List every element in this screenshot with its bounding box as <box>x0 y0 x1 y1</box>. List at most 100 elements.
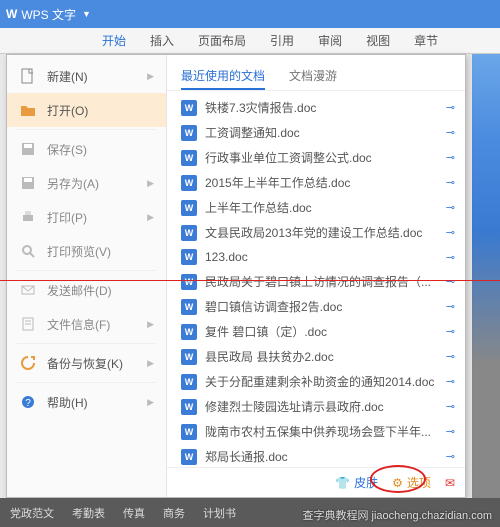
recent-file-item[interactable]: W陇南市农村五保集中供养现场会暨下半年...⊸ <box>167 419 465 444</box>
menu-6[interactable]: 章节 <box>402 32 450 49</box>
chevron-right-icon: ▶ <box>147 319 154 330</box>
help-icon: ? <box>19 393 37 411</box>
sidebar-label: 帮助(H) <box>47 394 88 411</box>
recent-file-item[interactable]: W 123.doc ⊸ <box>167 245 465 269</box>
word-file-icon: W <box>181 200 197 216</box>
menu-5[interactable]: 视图 <box>354 32 402 49</box>
pin-icon[interactable]: ⊸ <box>446 325 455 338</box>
pin-icon[interactable]: ⊸ <box>446 425 455 438</box>
pin-icon[interactable]: ⊸ <box>446 350 455 363</box>
recent-file-item[interactable]: W复件 碧口镇（定）.doc⊸ <box>167 319 465 344</box>
pin-icon[interactable]: ⊸ <box>446 126 455 139</box>
tab-1[interactable]: 文档漫游 <box>289 63 337 90</box>
svg-text:?: ? <box>25 398 31 409</box>
file-name: 民政局关于碧口镇上访情况的调查报告（... <box>205 273 431 290</box>
sidebar-item-print[interactable]: 打印(P)▶ <box>7 200 166 234</box>
menu-1[interactable]: 插入 <box>138 32 186 49</box>
word-file-icon: W <box>181 299 197 315</box>
recent-file-item[interactable]: W 碧口镇信访调查报2告.doc ⊸ <box>167 294 465 319</box>
chevron-right-icon: ▶ <box>147 397 154 408</box>
pin-icon[interactable]: ⊸ <box>446 375 455 388</box>
sidebar-item-saveas[interactable]: 另存为(A)▶ <box>7 166 166 200</box>
file-name: 行政事业单位工资调整公式.doc <box>205 149 372 166</box>
file-name: 陇南市农村五保集中供养现场会暨下半年... <box>205 423 431 440</box>
mail-icon: ✉ <box>445 476 455 490</box>
recent-file-item[interactable]: W工资调整通知.doc⊸ <box>167 120 465 145</box>
recent-file-item[interactable]: W铁楼7.3灾情报告.doc⊸ <box>167 95 465 120</box>
recent-file-item[interactable]: W行政事业单位工资调整公式.doc⊸ <box>167 145 465 170</box>
pin-icon[interactable]: ⊸ <box>446 400 455 413</box>
sidebar-item-open[interactable]: 打开(O) <box>7 93 166 127</box>
pin-icon[interactable]: ⊸ <box>446 151 455 164</box>
pin-icon[interactable]: ⊸ <box>446 226 455 239</box>
file-name: 2015年上半年工作总结.doc <box>205 174 350 191</box>
recent-file-item[interactable]: W 县民政局 县扶贫办2.doc ⊸ <box>167 344 465 369</box>
menu-0[interactable]: 开始 <box>90 32 138 49</box>
file-menu-dropdown: 新建(N)▶打开(O) 保存(S)另存为(A)▶打印(P)▶ 打印预览(V) 发送邮件… <box>6 54 466 498</box>
send-icon <box>19 281 37 299</box>
bottom-tab-3[interactable]: 商务 <box>163 505 185 521</box>
file-menu-footer: 👕 皮肤 ⚙ 选项 ✉ <box>167 467 465 497</box>
sidebar-label: 发送邮件(D) <box>47 282 112 299</box>
file-name: 123.doc <box>205 250 248 264</box>
titlebar-dropdown-icon[interactable]: ▼ <box>82 9 91 19</box>
word-file-icon: W <box>181 249 197 265</box>
sidebar-item-help[interactable]: ? 帮助(H) ▶ <box>7 385 166 419</box>
pin-icon[interactable]: ⊸ <box>446 251 455 264</box>
mail-button[interactable]: ✉ <box>445 476 455 490</box>
sidebar-item-save[interactable]: 保存(S) <box>7 132 166 166</box>
bottom-tab-2[interactable]: 传真 <box>123 505 145 521</box>
word-file-icon: W <box>181 349 197 365</box>
recent-file-item[interactable]: W 2015年上半年工作总结.doc ⊸ <box>167 170 465 195</box>
sidebar-label: 文件信息(F) <box>47 316 110 333</box>
file-name: 碧口镇信访调查报2告.doc <box>205 298 342 315</box>
pin-icon[interactable]: ⊸ <box>446 450 455 463</box>
print-icon <box>19 208 37 226</box>
recent-file-item[interactable]: W上半年工作总结.doc⊸ <box>167 195 465 220</box>
skin-button[interactable]: 👕 皮肤 <box>335 474 378 491</box>
recent-file-item[interactable]: W郑局长通报.doc⊸ <box>167 444 465 467</box>
info-icon <box>19 315 37 333</box>
recent-file-item[interactable]: W文县民政局2013年党的建设工作总结.doc⊸ <box>167 220 465 245</box>
sidebar-label: 打印预览(V) <box>47 243 111 260</box>
background-right-strip <box>472 54 500 498</box>
recent-file-item[interactable]: W关于分配重建剩余补助资金的通知2014.doc⊸ <box>167 369 465 394</box>
pin-icon[interactable]: ⊸ <box>446 300 455 313</box>
file-name: 铁楼7.3灾情报告.doc <box>205 99 316 116</box>
bottom-tab-1[interactable]: 考勤表 <box>72 505 105 521</box>
tshirt-icon: 👕 <box>335 476 350 490</box>
watermark: 查字典教程网 jiaocheng.chazidian.com <box>302 507 492 523</box>
options-button[interactable]: ⚙ 选项 <box>392 474 431 491</box>
saveas-icon <box>19 174 37 192</box>
recent-file-item[interactable]: W 民政局关于碧口镇上访情况的调查报告（... ⊸ <box>167 269 465 294</box>
pin-icon[interactable]: ⊸ <box>446 176 455 189</box>
sidebar-item-send[interactable]: 发送邮件(D) <box>7 273 166 307</box>
bottom-tab-0[interactable]: 党政范文 <box>10 505 54 521</box>
options-label: 选项 <box>407 474 431 491</box>
sidebar-label: 备份与恢复(K) <box>47 355 123 372</box>
pin-icon[interactable]: ⊸ <box>446 275 455 288</box>
app-name: WPS 文字 <box>21 6 76 23</box>
sidebar-item-new[interactable]: 新建(N)▶ <box>7 59 166 93</box>
backup-icon <box>19 354 37 372</box>
sidebar-item-info[interactable]: 文件信息(F) ▶ <box>7 307 166 341</box>
file-name: 县民政局 县扶贫办2.doc <box>205 348 334 365</box>
sidebar-item-backup[interactable]: 备份与恢复(K)▶ <box>7 346 166 380</box>
file-name: 修建烈士陵园选址请示县政府.doc <box>205 398 384 415</box>
chevron-right-icon: ▶ <box>147 212 154 223</box>
word-file-icon: W <box>181 175 197 191</box>
tab-0[interactable]: 最近使用的文档 <box>181 63 265 90</box>
word-file-icon: W <box>181 125 197 141</box>
pin-icon[interactable]: ⊸ <box>446 201 455 214</box>
sidebar-item-preview[interactable]: 打印预览(V) <box>7 234 166 268</box>
file-name: 复件 碧口镇（定）.doc <box>205 323 327 340</box>
recent-file-item[interactable]: W修建烈士陵园选址请示县政府.doc⊸ <box>167 394 465 419</box>
app-logo: W <box>6 7 17 21</box>
menu-2[interactable]: 页面布局 <box>186 32 258 49</box>
file-name: 文县民政局2013年党的建设工作总结.doc <box>205 224 422 241</box>
bottom-tab-4[interactable]: 计划书 <box>203 505 236 521</box>
menu-4[interactable]: 审阅 <box>306 32 354 49</box>
word-file-icon: W <box>181 274 197 290</box>
pin-icon[interactable]: ⊸ <box>446 101 455 114</box>
menu-3[interactable]: 引用 <box>258 32 306 49</box>
